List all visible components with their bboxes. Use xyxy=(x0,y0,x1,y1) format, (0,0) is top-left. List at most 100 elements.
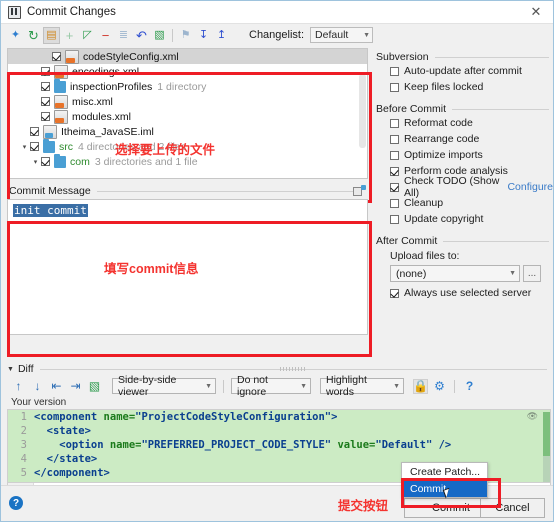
flag-icon[interactable]: ⚑ xyxy=(177,27,194,44)
configure-link[interactable]: Configure xyxy=(507,181,553,193)
edit-source-icon[interactable]: ▧ xyxy=(87,379,102,394)
code-scrollbar-track[interactable] xyxy=(543,456,550,482)
iml-file-icon xyxy=(43,124,57,139)
edit-source-icon[interactable]: ▧ xyxy=(151,27,168,44)
accept-right-icon[interactable]: ⇥ xyxy=(68,379,83,394)
tree-scrollbar[interactable] xyxy=(359,74,366,148)
line-number: 1 xyxy=(20,411,27,423)
open-message-history-icon[interactable] xyxy=(353,185,366,197)
option-reformat-code[interactable]: Reformat code xyxy=(390,115,553,131)
accept-left-icon[interactable]: ⇤ xyxy=(49,379,64,394)
changed-files-tree[interactable]: codeStyleConfig.xml encodings.xml inspec… xyxy=(7,48,368,179)
option-always-use-selected-server[interactable]: Always use selected server xyxy=(390,285,553,301)
revert-icon[interactable]: ↶ xyxy=(133,27,150,44)
previous-difference-icon[interactable]: ↑ xyxy=(11,379,26,394)
option-keep-files-locked[interactable]: Keep files locked xyxy=(390,79,553,95)
checkbox[interactable] xyxy=(390,198,399,208)
row-checkbox[interactable] xyxy=(41,97,50,106)
xml-file-icon xyxy=(65,49,79,64)
lock-icon[interactable]: 🔒 xyxy=(413,378,428,394)
row-checkbox[interactable] xyxy=(41,82,50,91)
expand-all-icon[interactable]: ↥ xyxy=(213,27,230,44)
commit-message-annotation: 填写commit信息 xyxy=(104,262,199,276)
viewer-mode-select[interactable]: Side-by-side viewer ▼ xyxy=(112,374,216,398)
highlight-mode-select[interactable]: Highlight words ▼ xyxy=(320,374,404,398)
before-commit-group: Before Commit Reformat code Rearrange co… xyxy=(376,103,553,227)
question-mark-icon[interactable]: ? xyxy=(462,379,477,394)
chevron-down-icon: ▼ xyxy=(393,382,400,390)
option-label: Cleanup xyxy=(404,197,444,209)
row-checkbox[interactable] xyxy=(52,52,61,61)
option-check-todo[interactable]: Check TODO (Show All) Configure xyxy=(390,175,553,199)
window-title: Commit Changes xyxy=(27,6,116,18)
checkbox[interactable] xyxy=(390,150,399,160)
checkbox[interactable] xyxy=(390,82,399,92)
code-scrollbar-thumb[interactable] xyxy=(543,412,550,456)
main-area: codeStyleConfig.xml encodings.xml inspec… xyxy=(1,46,553,359)
title-bar: Commit Changes ✕ xyxy=(1,1,553,24)
file-name: Itheima_JavaSE.iml xyxy=(61,125,154,138)
resize-grip[interactable] xyxy=(280,366,307,371)
idea-icon xyxy=(8,5,21,19)
line-number: 2 xyxy=(20,425,27,437)
table-row[interactable]: modules.xml xyxy=(8,109,367,124)
option-auto-update-after-commit[interactable]: Auto-update after commit xyxy=(390,63,553,79)
ignore-mode-select[interactable]: Do not ignore ▼ xyxy=(231,374,311,398)
browse-button[interactable]: ... xyxy=(523,265,541,282)
commit-message-header: Commit Message xyxy=(9,185,366,197)
folder-icon xyxy=(43,138,55,153)
option-update-copyright[interactable]: Update copyright xyxy=(390,211,553,227)
commit-message-input[interactable]: init commit 填写commit信息 xyxy=(7,199,368,335)
next-difference-icon[interactable]: ↓ xyxy=(30,379,45,394)
move-to-changelist-icon[interactable]: ◸ xyxy=(79,27,96,44)
option-label: Optimize imports xyxy=(404,149,483,161)
eye-icon[interactable]: 👁 xyxy=(527,412,538,422)
chevron-down-icon[interactable]: ▾ xyxy=(30,158,41,166)
code-line: 1 <component name="ProjectCodeStyleConfi… xyxy=(8,410,550,424)
file-name: modules.xml xyxy=(72,110,131,123)
gear-icon[interactable]: ⚙ xyxy=(432,379,447,394)
row-checkbox[interactable] xyxy=(30,142,39,151)
chevron-down-icon[interactable]: ▼ xyxy=(7,366,14,373)
option-rearrange-code[interactable]: Rearrange code xyxy=(390,131,553,147)
after-commit-group: After Commit Upload files to: (none) ▼ .… xyxy=(376,235,553,301)
row-checkbox[interactable] xyxy=(41,157,50,166)
checkbox[interactable] xyxy=(390,66,399,76)
code-text: <option name="PREFERRED_PROJECT_CODE_STY… xyxy=(34,439,452,451)
checkbox[interactable] xyxy=(390,166,399,176)
add-icon[interactable]: + xyxy=(61,27,78,44)
file-name: encodings.xml xyxy=(72,65,140,78)
collapse-all-icon[interactable]: ↧ xyxy=(195,27,212,44)
checkbox[interactable] xyxy=(390,288,399,298)
table-row[interactable]: encodings.xml xyxy=(8,64,367,79)
file-name: codeStyleConfig.xml xyxy=(83,50,179,63)
remove-icon[interactable]: − xyxy=(97,27,114,44)
table-row[interactable]: Itheima_JavaSE.iml xyxy=(8,124,367,139)
table-row[interactable]: codeStyleConfig.xml xyxy=(8,49,367,64)
show-diff-icon[interactable]: ▤ xyxy=(43,26,60,44)
code-text: </component> xyxy=(34,467,110,479)
refresh-icon[interactable]: ↻ xyxy=(25,27,42,44)
file-meta: 1 directory xyxy=(157,80,207,93)
checkbox[interactable] xyxy=(390,134,399,144)
magic-wand-icon[interactable]: ✦ xyxy=(7,27,24,44)
table-row[interactable]: misc.xml xyxy=(8,94,367,109)
xml-file-icon xyxy=(54,94,68,109)
changelist-select[interactable]: Default ▼ xyxy=(310,27,374,43)
checkbox[interactable] xyxy=(390,214,399,224)
option-label: Reformat code xyxy=(404,117,473,129)
group-by-icon[interactable]: ≣ xyxy=(115,27,132,44)
row-checkbox[interactable] xyxy=(41,112,50,121)
row-checkbox[interactable] xyxy=(41,67,50,76)
table-row[interactable]: inspectionProfiles 1 directory xyxy=(8,78,367,94)
option-optimize-imports[interactable]: Optimize imports xyxy=(390,147,553,163)
row-checkbox[interactable] xyxy=(30,127,39,136)
folder-icon xyxy=(54,78,66,93)
chevron-down-icon[interactable]: ▾ xyxy=(19,143,30,151)
upload-target-select[interactable]: (none) ▼ xyxy=(390,265,520,282)
left-column: codeStyleConfig.xml encodings.xml inspec… xyxy=(1,46,372,359)
checkbox[interactable] xyxy=(390,118,399,128)
checkbox[interactable] xyxy=(390,182,399,192)
close-icon[interactable]: ✕ xyxy=(519,1,553,22)
help-icon[interactable]: ? xyxy=(9,496,23,510)
